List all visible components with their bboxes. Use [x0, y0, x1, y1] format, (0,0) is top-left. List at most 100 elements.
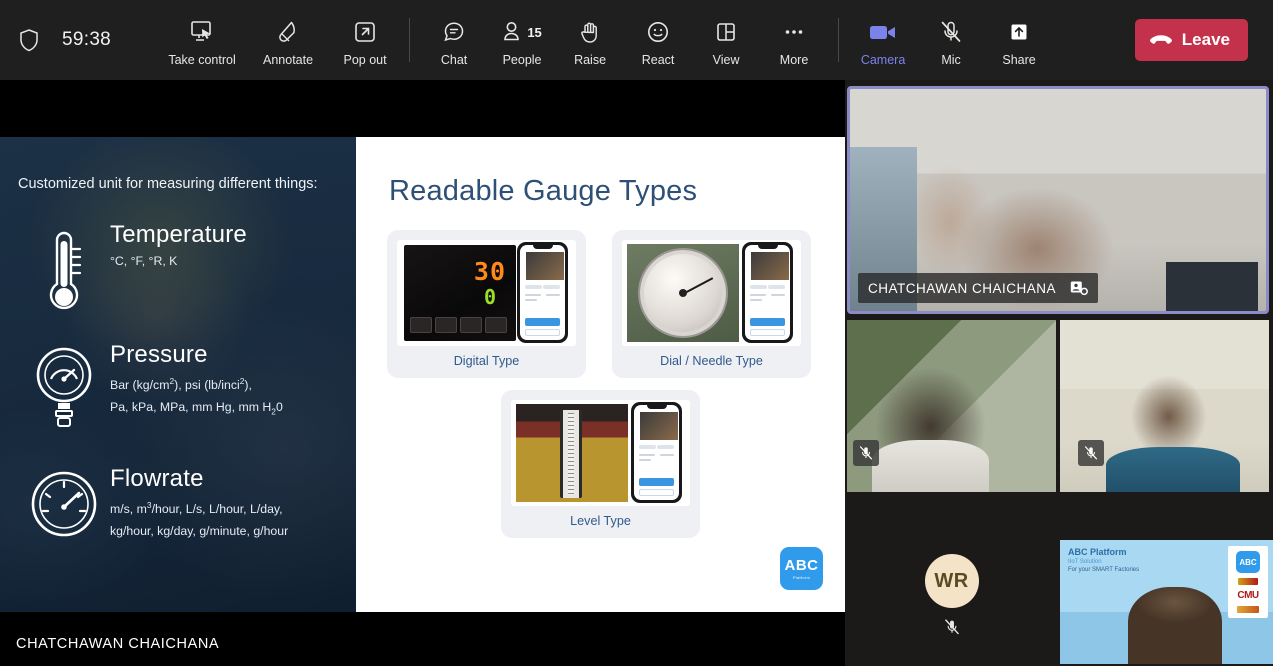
- take-control-button[interactable]: Take control: [159, 9, 245, 71]
- sponsor-logo-2: [1237, 605, 1259, 613]
- leave-label: Leave: [1181, 30, 1230, 49]
- digital-controller-photo: 30 0: [397, 240, 576, 346]
- react-button[interactable]: React: [624, 9, 692, 71]
- video-tile-active-speaker[interactable]: CHATCHAWAN CHAICHANA: [847, 86, 1269, 314]
- video-tile-participant-2[interactable]: [847, 320, 1056, 492]
- shield-icon: [18, 28, 40, 52]
- measure-units-flowrate-1: m/s, m3/hour, L/s, L/hour, L/day,: [110, 500, 283, 517]
- pinned-participant-icon: [1070, 280, 1088, 296]
- mic-muted-icon: [943, 618, 961, 636]
- phone-mockup: [742, 242, 793, 343]
- measure-units-flowrate-2: kg/hour, kg/day, g/minute, g/hour: [110, 524, 289, 539]
- sponsor-logo-1: [1238, 578, 1258, 586]
- smiley-icon: [645, 17, 671, 47]
- people-count-badge: 15: [527, 24, 542, 40]
- video-tile-participant-3[interactable]: [1060, 320, 1269, 492]
- more-label: More: [779, 53, 809, 67]
- measure-title-temperature: Temperature: [110, 221, 247, 248]
- gauge-card-level[interactable]: Level Type: [501, 390, 700, 538]
- shared-slide-sub2: For your SMART Factories: [1068, 567, 1140, 573]
- abc-logo-small: ABC: [1236, 551, 1260, 574]
- annotate-label: Annotate: [263, 53, 314, 67]
- measure-units-pressure-2: Pa, kPa, MPa, mm Hg, mm H20: [110, 400, 283, 417]
- raised-hand-icon: [578, 17, 602, 47]
- teams-meeting-window: 59:38 Take control Annotate Pop out Chat…: [0, 0, 1273, 666]
- dial-gauge-photo: [622, 240, 801, 346]
- hangup-phone-icon: [1149, 32, 1173, 48]
- phone-mockup: [517, 242, 568, 343]
- pop-out-label: Pop out: [343, 53, 387, 67]
- page-title: Readable Gauge Types: [389, 175, 698, 207]
- react-label: React: [641, 53, 675, 67]
- slide-left-panel: Customized unit for measuring different …: [0, 137, 356, 612]
- shared-slide-sub1: IIoT Solution: [1068, 559, 1102, 565]
- abc-logo-sub: Platform: [792, 574, 811, 580]
- gauge-card-label-level: Level Type: [570, 514, 631, 528]
- pen-icon: [275, 17, 301, 47]
- measure-title-flowrate: Flowrate: [110, 465, 204, 492]
- take-control-label: Take control: [168, 53, 236, 67]
- toolbar-divider-2: [838, 18, 840, 62]
- share-label: Share: [1002, 53, 1036, 67]
- leave-button[interactable]: Leave: [1134, 19, 1248, 61]
- video-tile-participant-4[interactable]: WR: [847, 498, 1056, 664]
- meeting-timer: 59:38: [62, 29, 112, 50]
- ellipsis-icon: [781, 17, 807, 47]
- raise-hand-button[interactable]: Raise: [556, 9, 624, 71]
- camera-button[interactable]: Camera: [849, 9, 917, 71]
- digital-readout-bottom: 0: [483, 285, 496, 309]
- shared-screen-stage[interactable]: Customized unit for measuring different …: [0, 80, 845, 666]
- mic-muted-icon: [1078, 440, 1104, 466]
- mic-muted-icon: [938, 17, 964, 47]
- view-button[interactable]: View: [692, 9, 760, 71]
- measure-units-pressure-1: Bar (kg/cm2), psi (lb/inci2),: [110, 376, 252, 393]
- pressure-gauge-icon: [18, 339, 110, 431]
- slide-intro-text: Customized unit for measuring different …: [18, 176, 318, 192]
- chat-label: Chat: [440, 53, 468, 67]
- gauge-cards: 30 0 Digital Type Dial / Needle Type Lev…: [356, 230, 845, 538]
- presentation-slide: Customized unit for measuring different …: [0, 137, 845, 612]
- participant-name-chip: CHATCHAWAN CHAICHANA: [858, 273, 1099, 303]
- gauge-card-label-digital: Digital Type: [453, 354, 520, 368]
- camera-on-icon: [868, 17, 898, 47]
- more-button[interactable]: More: [760, 9, 828, 71]
- shared-slide-title: ABC Platform: [1068, 547, 1127, 557]
- person-icon: 15: [502, 17, 542, 47]
- screen-cursor-icon: [189, 17, 215, 47]
- mic-label: Mic: [941, 53, 961, 67]
- presenter-name-label: CHATCHAWAN CHAICHANA: [16, 636, 220, 652]
- people-button[interactable]: 15 People: [488, 9, 556, 71]
- view-label: View: [712, 53, 740, 67]
- level-gauge-photo: [511, 400, 690, 506]
- camera-label: Camera: [860, 53, 906, 67]
- avatar: WR: [924, 554, 979, 635]
- avatar-initials: WR: [934, 569, 969, 592]
- participant-name: CHATCHAWAN CHAICHANA: [868, 280, 1057, 296]
- digital-readout-top: 30: [473, 257, 506, 286]
- video-tile-participant-6[interactable]: ABC Platform IIoT Solution For your SMAR…: [1060, 540, 1273, 664]
- share-button[interactable]: Share: [985, 9, 1053, 71]
- annotate-button[interactable]: Annotate: [245, 9, 331, 71]
- slide-right-panel: Readable Gauge Types 30 0 Digital Type D…: [356, 137, 845, 612]
- gauge-card-row-2: Level Type: [387, 378, 845, 538]
- pop-out-button[interactable]: Pop out: [331, 9, 399, 71]
- toolbar-divider-1: [409, 18, 411, 62]
- controller-buttons: [410, 317, 507, 333]
- chat-button[interactable]: Chat: [420, 9, 488, 71]
- phone-mockup: [631, 402, 682, 503]
- sponsor-logo-strip: ABC CMU: [1228, 546, 1268, 618]
- measure-item-pressure: Pressure Bar (kg/cm2), psi (lb/inci2), P…: [18, 339, 340, 431]
- abc-logo-text: ABC: [784, 556, 819, 574]
- measure-units-temperature: °C, °F, °R, K: [110, 254, 178, 268]
- gauge-card-dial[interactable]: Dial / Needle Type: [612, 230, 811, 378]
- layout-grid-icon: [713, 17, 739, 47]
- measure-item-flowrate: Flowrate m/s, m3/hour, L/s, L/hour, L/da…: [18, 463, 340, 541]
- people-label: People: [502, 53, 542, 67]
- thermometer-icon: [18, 219, 110, 317]
- gauge-card-digital[interactable]: 30 0 Digital Type: [387, 230, 586, 378]
- meeting-toolbar: 59:38 Take control Annotate Pop out Chat…: [0, 0, 1273, 80]
- mic-muted-icon: [853, 440, 879, 466]
- flowmeter-icon: [18, 463, 110, 539]
- mic-button[interactable]: Mic: [917, 9, 985, 71]
- measure-title-pressure: Pressure: [110, 341, 208, 368]
